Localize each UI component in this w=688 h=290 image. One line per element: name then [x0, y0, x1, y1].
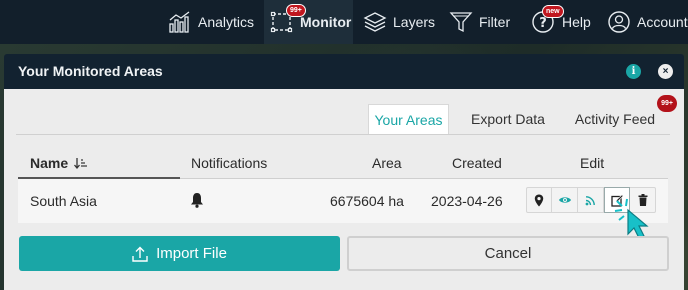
layers-icon [363, 12, 387, 32]
nav-help-label: Help [562, 14, 591, 30]
tab-your-areas[interactable]: Your Areas [368, 104, 449, 134]
column-header-created: Created [452, 155, 502, 171]
row-created: 2023-04-26 [431, 193, 503, 209]
row-name: South Asia [30, 193, 97, 209]
nav-account-label: Account [637, 14, 688, 30]
sort-ascending-icon [74, 158, 88, 170]
monitor-badge: 99+ [286, 4, 306, 17]
nav-monitor[interactable]: Monitor 99+ [264, 0, 353, 44]
subscribe-button[interactable] [578, 187, 604, 213]
row-area: 6675604 ha [330, 193, 404, 209]
trash-icon [638, 194, 647, 206]
column-header-notifications: Notifications [191, 155, 268, 171]
cancel-label: Cancel [484, 245, 532, 262]
activity-feed-badge: 99+ [657, 95, 677, 112]
nav-layers-label: Layers [393, 14, 436, 30]
info-icon[interactable]: i [626, 64, 641, 79]
column-header-name-label: Name [30, 155, 69, 171]
locate-button[interactable] [526, 187, 552, 213]
column-header-edit: Edit [580, 155, 605, 171]
bell-icon[interactable] [190, 192, 204, 208]
tab-divider [16, 134, 670, 135]
cancel-button[interactable]: Cancel [347, 236, 669, 271]
nav-layers[interactable]: Layers [363, 0, 435, 44]
view-button[interactable] [552, 187, 578, 213]
nav-account[interactable]: Account [607, 0, 688, 44]
nav-help[interactable]: ? Help new [530, 0, 591, 44]
nav-analytics-label: Analytics [198, 14, 255, 30]
tab-activity-feed[interactable]: Activity Feed [566, 104, 664, 134]
upload-icon [132, 246, 148, 262]
account-icon [608, 11, 630, 33]
top-navigation: Analytics Monitor 99+ Layers Filter ? He… [0, 0, 688, 44]
filter-icon [449, 12, 473, 33]
row-actions [526, 187, 656, 213]
import-file-label: Import File [156, 245, 227, 262]
eye-icon [558, 197, 571, 203]
nav-monitor-label: Monitor [300, 14, 352, 30]
rss-icon [585, 195, 595, 205]
delete-button[interactable] [630, 187, 656, 213]
close-icon[interactable]: × [658, 64, 673, 79]
nav-filter-label: Filter [479, 14, 511, 30]
dialog-title: Your Monitored Areas [18, 63, 163, 79]
map-pin-icon [534, 194, 544, 206]
nav-filter[interactable]: Filter [449, 0, 510, 44]
help-badge: new [542, 5, 564, 18]
nav-analytics[interactable]: Analytics [168, 0, 254, 44]
tab-export-data[interactable]: Export Data [462, 104, 554, 134]
dialog-header: Your Monitored Areas i × [4, 54, 684, 89]
edit-icon [610, 193, 624, 207]
column-header-area: Area [372, 155, 402, 171]
column-header-name[interactable]: Name [30, 155, 88, 171]
analytics-icon [169, 11, 190, 33]
import-file-button[interactable]: Import File [19, 236, 340, 271]
svg-text:?: ? [539, 16, 547, 31]
edit-button[interactable] [604, 187, 630, 213]
